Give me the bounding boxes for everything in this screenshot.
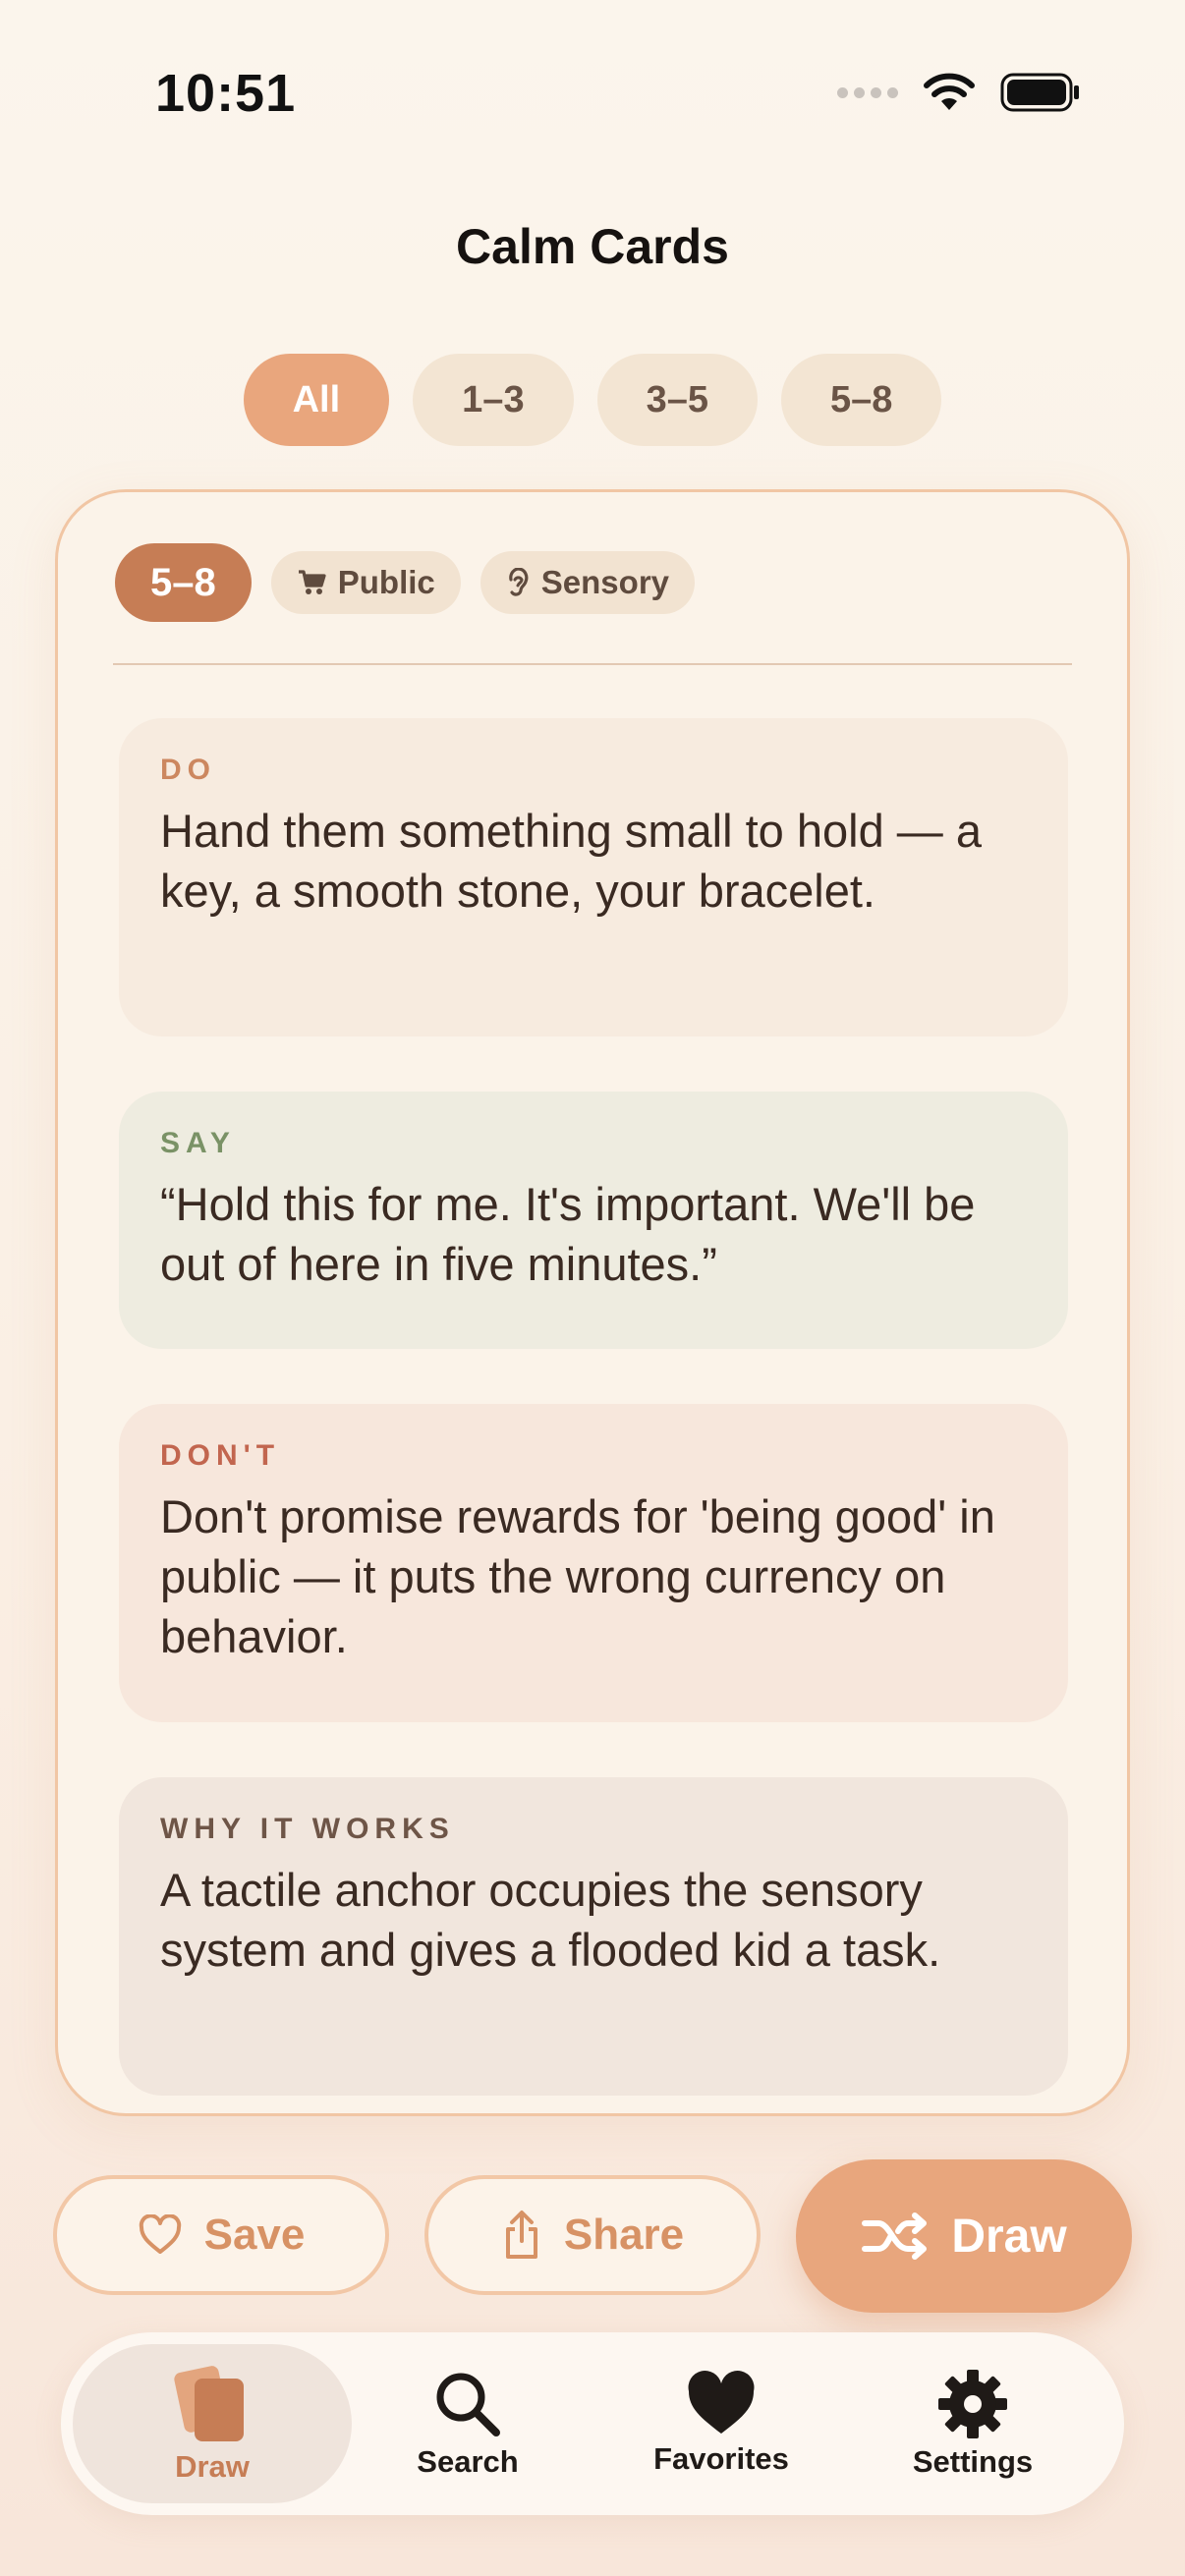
page-title: Calm Cards <box>456 219 729 274</box>
cart-icon <box>298 570 326 594</box>
tab-label: Settings <box>912 2444 1034 2479</box>
tab-search[interactable]: Search <box>328 2344 607 2503</box>
status-icons <box>837 73 1081 112</box>
section-label: WHY IT WORKS <box>160 1813 455 1845</box>
card-tags: 5–8 Public Sensory <box>115 543 696 622</box>
tab-label: Favorites <box>653 2441 789 2476</box>
draw-label: Draw <box>951 2210 1067 2263</box>
tab-settings[interactable]: Settings <box>833 2344 1112 2503</box>
tag-sensory: Sensory <box>480 551 696 614</box>
age-filter-group: All 1–3 3–5 5–8 <box>0 354 1185 446</box>
age-badge: 5–8 <box>115 543 252 622</box>
cellular-signal-icon <box>837 86 898 98</box>
tag-label: Public <box>337 564 435 600</box>
section-text: A tactile anchor occupies the sensory sy… <box>160 1864 941 1976</box>
save-label: Save <box>203 2211 306 2259</box>
gear-icon <box>938 2370 1007 2438</box>
filter-chip-all[interactable]: All <box>243 354 390 446</box>
section-text: “Hold this for me. It's important. We'll… <box>160 1178 976 1290</box>
tag-label: Sensory <box>540 564 670 600</box>
section-label: DO <box>160 754 216 786</box>
cards-icon <box>174 2366 244 2441</box>
tab-favorites[interactable]: Favorites <box>582 2344 861 2503</box>
section-say: SAY “Hold this for me. It's important. W… <box>119 1092 1068 1349</box>
tag-public: Public <box>270 551 461 614</box>
status-time: 10:51 <box>155 64 297 123</box>
share-button[interactable]: Share <box>424 2175 761 2295</box>
heart-icon <box>688 2371 755 2434</box>
tab-bar: Draw Search Favorites Settings <box>61 2332 1124 2515</box>
tab-draw[interactable]: Draw <box>73 2344 352 2503</box>
battery-icon <box>1000 73 1079 112</box>
section-text: Don't promise rewards for 'being good' i… <box>160 1490 995 1662</box>
calm-card: 5–8 Public Sensory DO Hand them somethin… <box>55 489 1130 2116</box>
section-text: Hand them something small to hold — a ke… <box>160 805 982 917</box>
draw-button[interactable]: Draw <box>796 2159 1132 2313</box>
section-why-it-works: WHY IT WORKS A tactile anchor occupies t… <box>119 1777 1068 2096</box>
section-label: DON'T <box>160 1439 281 1472</box>
section-do: DO Hand them something small to hold — a… <box>119 718 1068 1036</box>
filter-chip-5-8[interactable]: 5–8 <box>780 354 942 446</box>
wifi-icon <box>924 73 975 110</box>
share-icon <box>505 2211 537 2259</box>
filter-chip-3-5[interactable]: 3–5 <box>596 354 758 446</box>
tab-label: Draw <box>175 2449 250 2484</box>
filter-chip-1-3[interactable]: 1–3 <box>413 354 574 446</box>
section-label: SAY <box>160 1127 236 1159</box>
tab-label: Search <box>417 2444 519 2479</box>
section-dont: DON'T Don't promise rewards for 'being g… <box>119 1404 1068 1722</box>
heart-outline-icon <box>139 2214 181 2254</box>
save-button[interactable]: Save <box>53 2175 389 2295</box>
divider <box>113 663 1072 665</box>
ear-icon <box>509 568 529 596</box>
shuffle-icon <box>862 2212 928 2260</box>
search-icon <box>436 2373 500 2436</box>
share-label: Share <box>563 2211 685 2259</box>
